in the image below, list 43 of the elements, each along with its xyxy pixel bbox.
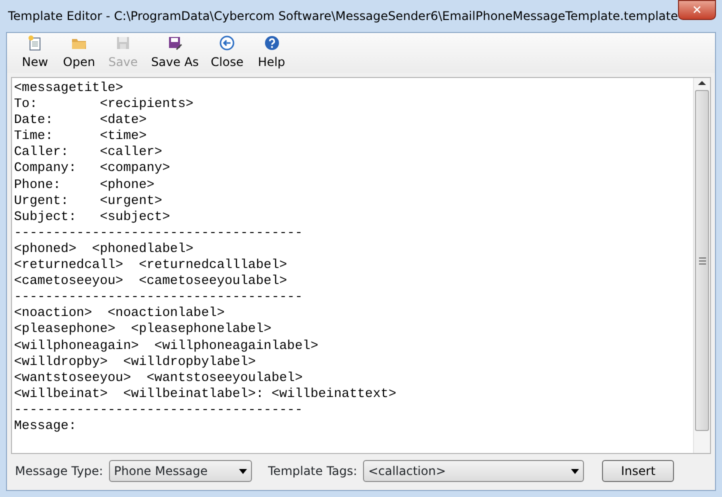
editor-line: ------------------------------------- bbox=[14, 289, 304, 306]
toolbar-button[interactable]: Open bbox=[57, 35, 102, 73]
dropdown-caret-icon bbox=[239, 468, 248, 474]
editor-line: <messagetitle> bbox=[14, 80, 124, 96]
editor-line: ------------------------------------- bbox=[14, 224, 304, 241]
editor-line: Time: <time> bbox=[14, 128, 148, 144]
help-icon bbox=[264, 35, 280, 51]
editor-line: Subject: <subject> bbox=[14, 208, 172, 225]
editor-line: Message: bbox=[14, 418, 78, 434]
editor-line: <wantstoseeyou> <wantstoseeyoulabel> bbox=[14, 370, 304, 386]
editor-line: <willphoneagain> <willphoneagainlabel> bbox=[14, 338, 320, 354]
window-title: Template Editor - C:\ProgramData\Cybercom Software\MessageSender6\EmailPhoneMessageTemplate.template bbox=[7, 8, 678, 25]
editor-line: <noaction> <noactionlabel> bbox=[14, 305, 226, 322]
message-type-label: Message Type: bbox=[15, 463, 104, 480]
editor-line: Company: <company> bbox=[14, 160, 172, 177]
editor-line: <returnedcall> <returnedcalllabel> bbox=[14, 257, 288, 274]
scroll-thumb[interactable] bbox=[695, 90, 709, 431]
insert-button[interactable]: Insert bbox=[602, 460, 674, 482]
editor-line: Caller: <caller> bbox=[14, 144, 164, 160]
grip-icon bbox=[698, 256, 706, 264]
editor-line: Date: <date> bbox=[14, 112, 148, 128]
scroll-up-icon[interactable] bbox=[698, 80, 706, 86]
dropdown-caret-icon bbox=[571, 468, 580, 474]
editor-line: <cametoseeyou> <cametoseeyoulabel> bbox=[14, 273, 288, 290]
toolbar-button[interactable]: New bbox=[13, 35, 57, 73]
template-tags-dropdown[interactable]: <callaction> bbox=[363, 460, 584, 482]
editor-line: <pleasephone> <pleasephonelabel> bbox=[14, 321, 272, 338]
editor-line: <willbeinat> <willbeinatlabel>: <willbeinattext> bbox=[14, 386, 398, 402]
scrollbar[interactable] bbox=[693, 78, 710, 453]
toolbar-button[interactable]: Help bbox=[250, 35, 294, 73]
toolbar-button[interactable]: Save As bbox=[145, 35, 205, 73]
editor-line: <willdropby> <willdropbylabel> bbox=[14, 354, 257, 370]
new-document-icon bbox=[27, 35, 43, 51]
message-type-dropdown[interactable]: Phone Message bbox=[109, 460, 252, 482]
editor-line: ------------------------------------- bbox=[14, 402, 304, 418]
template-tags-label: Template Tags: bbox=[268, 463, 358, 480]
editor-line: <phoned> <phonedlabel> bbox=[14, 240, 194, 258]
toolbar-button[interactable]: Close bbox=[204, 35, 250, 73]
text-editor[interactable] bbox=[11, 77, 711, 454]
floppy-pencil-icon bbox=[166, 35, 183, 51]
editor-line: Phone: <phone> bbox=[14, 176, 156, 193]
editor-line: To: <recipients> bbox=[14, 96, 194, 112]
editor-line: Urgent: <urgent> bbox=[14, 192, 164, 209]
